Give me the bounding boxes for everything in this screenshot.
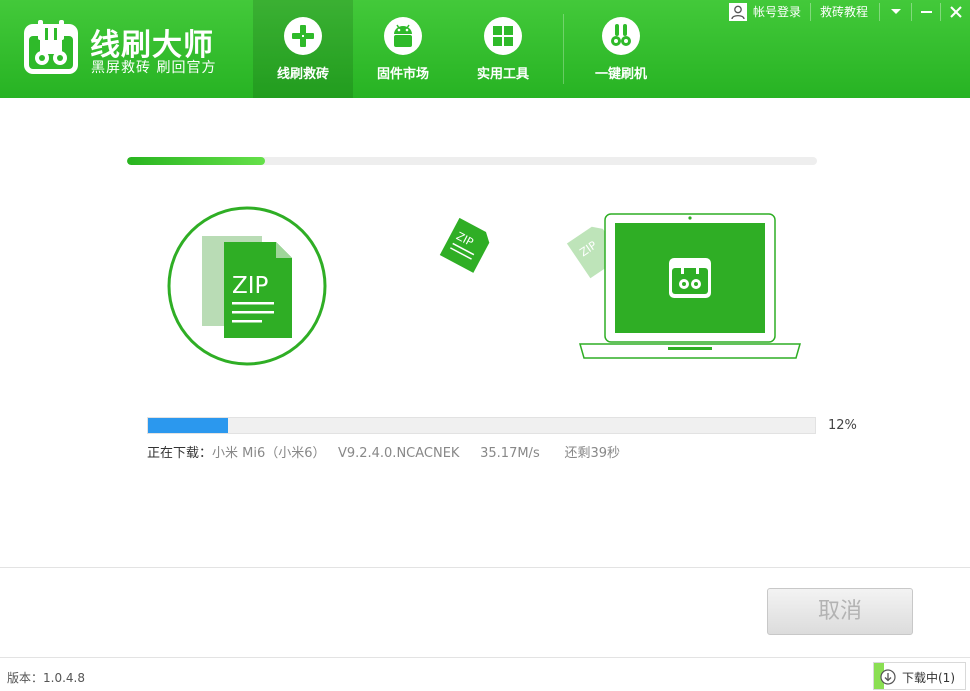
download-status-button[interactable]: 下载中(1) bbox=[873, 662, 966, 690]
stage-progress-bar bbox=[127, 157, 817, 165]
download-progress-bar bbox=[147, 417, 816, 434]
tab-utilities[interactable]: 实用工具 bbox=[453, 0, 553, 98]
minimize-button[interactable] bbox=[911, 0, 941, 24]
user-icon[interactable] bbox=[729, 3, 747, 21]
tab-one-click-flash[interactable]: 一键刷机 bbox=[571, 0, 671, 98]
status-state: 正在下载： bbox=[147, 446, 213, 461]
cross-icon bbox=[283, 16, 323, 56]
zip-label: ZIP bbox=[232, 273, 269, 299]
download-illustration: ZIP ZIP ZIP bbox=[160, 198, 810, 373]
app-logo-icon bbox=[22, 18, 80, 76]
status-firmware: V9.2.4.0.NCACNEK bbox=[337, 446, 460, 461]
download-percent: 12% bbox=[828, 418, 857, 433]
footer-divider bbox=[0, 657, 970, 658]
app-slogan: 黑屏救砖 刷回官方 bbox=[91, 60, 217, 76]
tutorial-link[interactable]: 救砖教程 bbox=[820, 0, 868, 24]
download-status-label: 下载中(1) bbox=[902, 671, 955, 685]
stage-progress-fill bbox=[127, 157, 265, 165]
zip-file-icon: ZIP bbox=[167, 206, 327, 366]
grid-icon bbox=[483, 16, 523, 56]
tab-firmware-market[interactable]: 固件市场 bbox=[353, 0, 453, 98]
topbar-divider bbox=[810, 3, 811, 21]
status-speed: 35.17M/s bbox=[480, 446, 540, 461]
app-header: 线刷大师 黑屏救砖 刷回官方 线刷救砖 固件市场 实用工具 一键刷机 帐号登录 … bbox=[0, 0, 970, 98]
close-icon bbox=[950, 6, 962, 18]
login-link[interactable]: 帐号登录 bbox=[753, 0, 801, 24]
close-button[interactable] bbox=[941, 0, 970, 24]
tab-label: 一键刷机 bbox=[594, 67, 647, 82]
minimize-icon bbox=[921, 11, 932, 13]
app-logo-small-icon bbox=[669, 258, 711, 298]
download-status-line: 正在下载：小米 Mi6（小米6） V9.2.4.0.NCACNEK 35.17M… bbox=[147, 442, 620, 461]
tab-label: 固件市场 bbox=[376, 67, 429, 82]
dropdown-menu-button[interactable] bbox=[881, 0, 911, 24]
status-remaining: 还剩39秒 bbox=[564, 446, 621, 461]
tab-label: 实用工具 bbox=[476, 67, 529, 82]
topbar-divider bbox=[879, 3, 880, 21]
chevron-down-icon bbox=[891, 9, 901, 14]
android-icon bbox=[383, 16, 423, 56]
content-divider bbox=[0, 567, 970, 568]
nav-divider bbox=[563, 14, 564, 84]
rabbit-icon bbox=[601, 16, 641, 56]
cancel-button[interactable]: 取消 bbox=[767, 588, 913, 635]
flying-zip-icon: ZIP bbox=[439, 217, 490, 273]
version-label: 版本：1.0.4.8 bbox=[7, 671, 85, 685]
tab-label: 线刷救砖 bbox=[276, 67, 329, 82]
tab-flash-rescue[interactable]: 线刷救砖 bbox=[253, 0, 353, 98]
status-device: 小米 Mi6（小米6） bbox=[212, 446, 326, 461]
download-icon bbox=[880, 669, 896, 685]
laptop-icon bbox=[579, 213, 801, 359]
download-progress-fill bbox=[148, 418, 229, 433]
